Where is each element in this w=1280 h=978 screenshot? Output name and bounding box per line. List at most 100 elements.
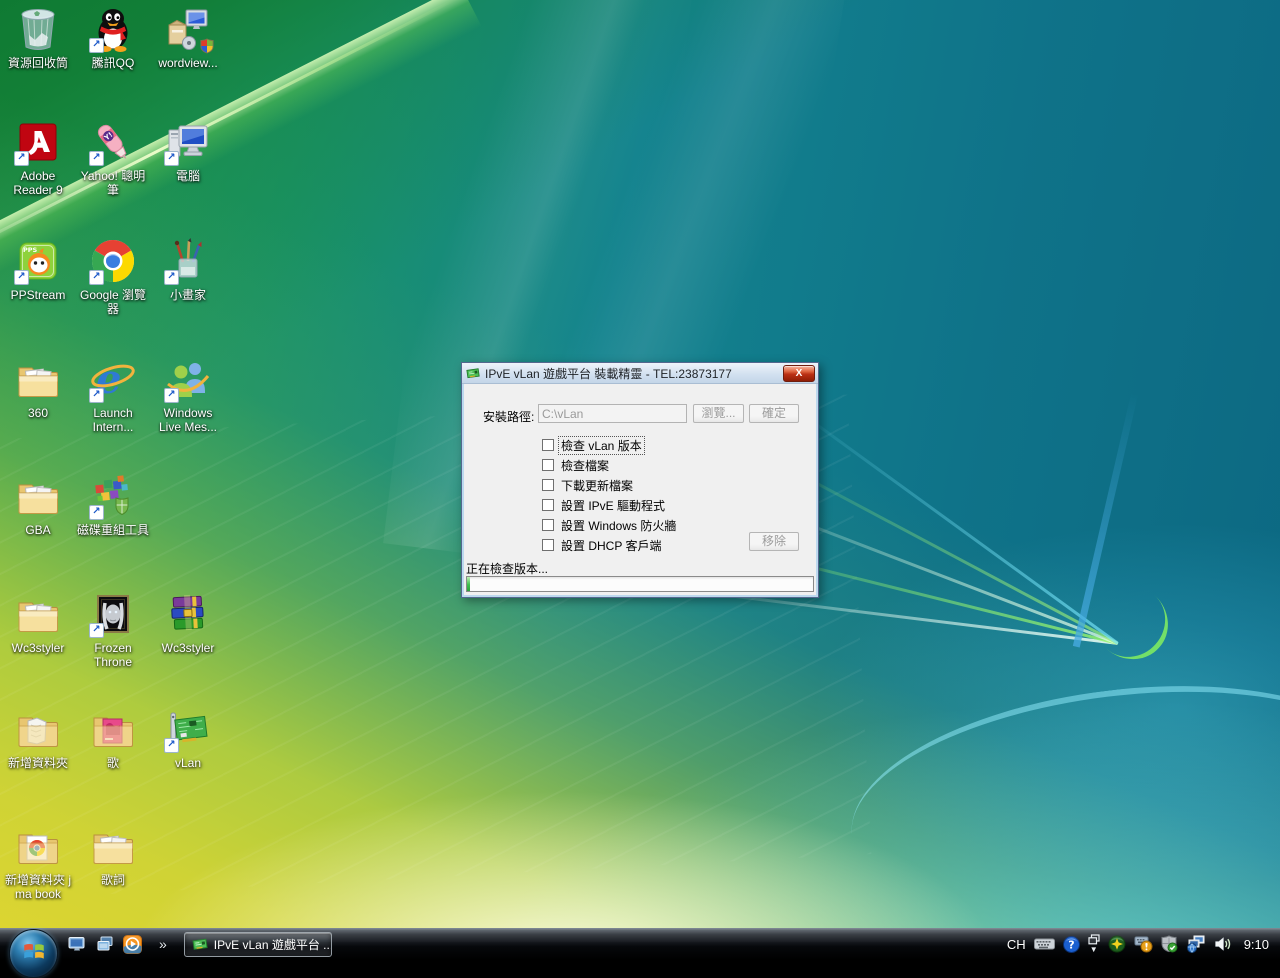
checkbox-label: 設置 IPvE 驅動程式	[559, 497, 667, 514]
remove-button[interactable]: 移除	[749, 532, 799, 551]
browse-button[interactable]: 瀏覽...	[693, 404, 744, 423]
folderpink-icon	[89, 705, 137, 753]
quick-launch-chevron[interactable]: »	[159, 936, 167, 952]
desktop-icon-label: GBA	[1, 523, 75, 537]
shortcut-arrow-overlay: ↗	[89, 505, 104, 520]
desktop-icon-folder[interactable]: 360	[1, 355, 75, 420]
start-button[interactable]	[9, 929, 58, 978]
progress-bar	[466, 576, 814, 592]
checkbox-row[interactable]: 下載更新檔案	[542, 477, 635, 493]
status-text: 正在檢查版本...	[466, 560, 548, 577]
task-button-label: IPvE vLan 遊戲平台 ...	[214, 936, 332, 953]
desktop-icon-adobe[interactable]: ↗Adobe Reader 9	[1, 118, 75, 197]
desktop-icon-paint[interactable]: ↗ 小畫家	[151, 237, 225, 302]
restore-window-icon	[1088, 934, 1100, 945]
desktop-icon-folderpink[interactable]: 歌	[76, 705, 150, 770]
system-tray: CH ? ▼ 9:10	[1007, 934, 1280, 954]
language-indicator[interactable]: CH	[1007, 937, 1026, 952]
wlm-icon: ↗	[164, 355, 212, 403]
desktop-icon-label: 小畫家	[151, 288, 225, 302]
desktop-icon-defrag[interactable]: ↗磁碟重組工具	[76, 472, 150, 537]
desktop-icon-ppstream[interactable]: ↗ PPStream	[1, 237, 75, 302]
desktop-icon-folder[interactable]: 歌詞	[76, 822, 150, 887]
desktop-icon-folderchrome[interactable]: 新增資料夾 j ma book	[1, 822, 75, 901]
desktop-icon-computer[interactable]: ↗電腦	[151, 118, 225, 183]
nic-icon: ↗	[164, 705, 212, 753]
frozen-icon: ↗	[89, 590, 137, 638]
desktop-icon-folderpaper[interactable]: 新增資料夾	[1, 705, 75, 770]
adobe-icon: ↗	[14, 118, 62, 166]
keyboard-icon[interactable]	[1034, 938, 1055, 950]
checkbox[interactable]	[542, 499, 554, 511]
desktop-icon-label: Launch Intern...	[76, 406, 150, 434]
dialog-window: IPvE vLan 遊戲平台 裝載精靈 - TEL:23873177 X 安裝路…	[461, 362, 819, 598]
security-alert-tray-icon[interactable]	[1134, 935, 1153, 953]
switch-windows-button[interactable]	[94, 934, 115, 955]
checkbox[interactable]	[542, 459, 554, 471]
desktop-icon-label: Windows Live Mes...	[151, 406, 225, 434]
shortcut-arrow-overlay: ↗	[164, 738, 179, 753]
checkbox-row[interactable]: 設置 Windows 防火牆	[542, 517, 678, 533]
desktop-icon-wlm[interactable]: ↗ Windows Live Mes...	[151, 355, 225, 434]
dialog-title: IPvE vLan 遊戲平台 裝載精靈 - TEL:23873177	[485, 365, 783, 382]
dialog-titlebar[interactable]: IPvE vLan 遊戲平台 裝載精靈 - TEL:23873177 X	[462, 363, 818, 384]
desktop-icon-label: 歌	[76, 756, 150, 770]
wallpaper-upward-ribbon	[1073, 393, 1138, 648]
checkbox-row[interactable]: 檢查檔案	[542, 457, 611, 473]
desktop-icon-frozen[interactable]: ↗Frozen Throne	[76, 590, 150, 669]
desktop-icon-ie[interactable]: ↗ Launch Intern...	[76, 355, 150, 434]
desktop-icon-label: 電腦	[151, 169, 225, 183]
quick-launch	[66, 934, 143, 955]
defender-tray-icon[interactable]	[1161, 935, 1178, 953]
shortcut-arrow-overlay: ↗	[89, 388, 104, 403]
checkbox-row[interactable]: 設置 DHCP 客戶端	[542, 537, 663, 553]
checkbox-label: 檢查檔案	[559, 457, 611, 474]
desktop-icon-installer[interactable]: wordview...	[151, 5, 225, 70]
desktop-icon-recycle[interactable]: 資源回收筒	[1, 5, 75, 70]
tray-restore-control[interactable]: ▼	[1088, 934, 1100, 954]
folder-icon	[14, 355, 62, 403]
checkbox[interactable]	[542, 519, 554, 531]
network-tray-icon[interactable]	[1186, 935, 1206, 953]
shortcut-arrow-overlay: ↗	[89, 270, 104, 285]
show-desktop-button[interactable]	[66, 934, 87, 955]
defrag-icon: ↗	[89, 472, 137, 520]
shortcut-arrow-overlay: ↗	[164, 388, 179, 403]
desktop-icon-nic[interactable]: ↗vLan	[151, 705, 225, 770]
volume-tray-icon[interactable]	[1214, 936, 1232, 952]
desktop-icon-chrome[interactable]: ↗Google 瀏覽器	[76, 237, 150, 316]
winrar-icon	[164, 590, 212, 638]
checkbox[interactable]	[542, 539, 554, 551]
desktop-icon-qq[interactable]: ↗ 騰訊QQ	[76, 5, 150, 70]
uac-shield-overlay	[200, 38, 214, 54]
confirm-button[interactable]: 確定	[749, 404, 799, 423]
desktop-icon-label: Wc3styler	[1, 641, 75, 655]
antivirus-tray-icon[interactable]	[1108, 935, 1126, 953]
ie-icon: ↗	[89, 355, 137, 403]
desktop-icon-yahoopen[interactable]: ↗Yahoo! 聰明筆	[76, 118, 150, 197]
wallpaper-cyan-arc	[838, 658, 1280, 928]
close-button[interactable]: X	[783, 365, 815, 382]
install-path-field[interactable]	[538, 404, 687, 423]
clock[interactable]: 9:10	[1244, 937, 1269, 952]
shortcut-arrow-overlay: ↗	[164, 270, 179, 285]
desktop-icon-folder[interactable]: GBA	[1, 472, 75, 537]
task-button-vlan[interactable]: IPvE vLan 遊戲平台 ...	[184, 932, 332, 957]
desktop-icon-label: 資源回收筒	[1, 56, 75, 70]
checkbox[interactable]	[542, 439, 554, 451]
wallpaper-curl	[1078, 569, 1183, 674]
desktop-icon-label: 騰訊QQ	[76, 56, 150, 70]
media-player-button[interactable]	[122, 934, 143, 955]
desktop-icon-label: PPStream	[1, 288, 75, 302]
checkbox[interactable]	[542, 479, 554, 491]
checkbox-row[interactable]: 設置 IPvE 驅動程式	[542, 497, 667, 513]
checkbox-row[interactable]: 檢查 vLan 版本	[542, 437, 644, 453]
checkbox-label: 下載更新檔案	[559, 477, 635, 494]
help-icon[interactable]: ?	[1063, 936, 1080, 953]
desktop-icon-winrar[interactable]: Wc3styler	[151, 590, 225, 655]
desktop-icon-folder[interactable]: Wc3styler	[1, 590, 75, 655]
desktop-icon-label: Yahoo! 聰明筆	[76, 169, 150, 197]
ppstream-icon: ↗	[14, 237, 62, 285]
shortcut-arrow-overlay: ↗	[89, 38, 104, 53]
desktop-icon-label: 新增資料夾	[1, 756, 75, 770]
